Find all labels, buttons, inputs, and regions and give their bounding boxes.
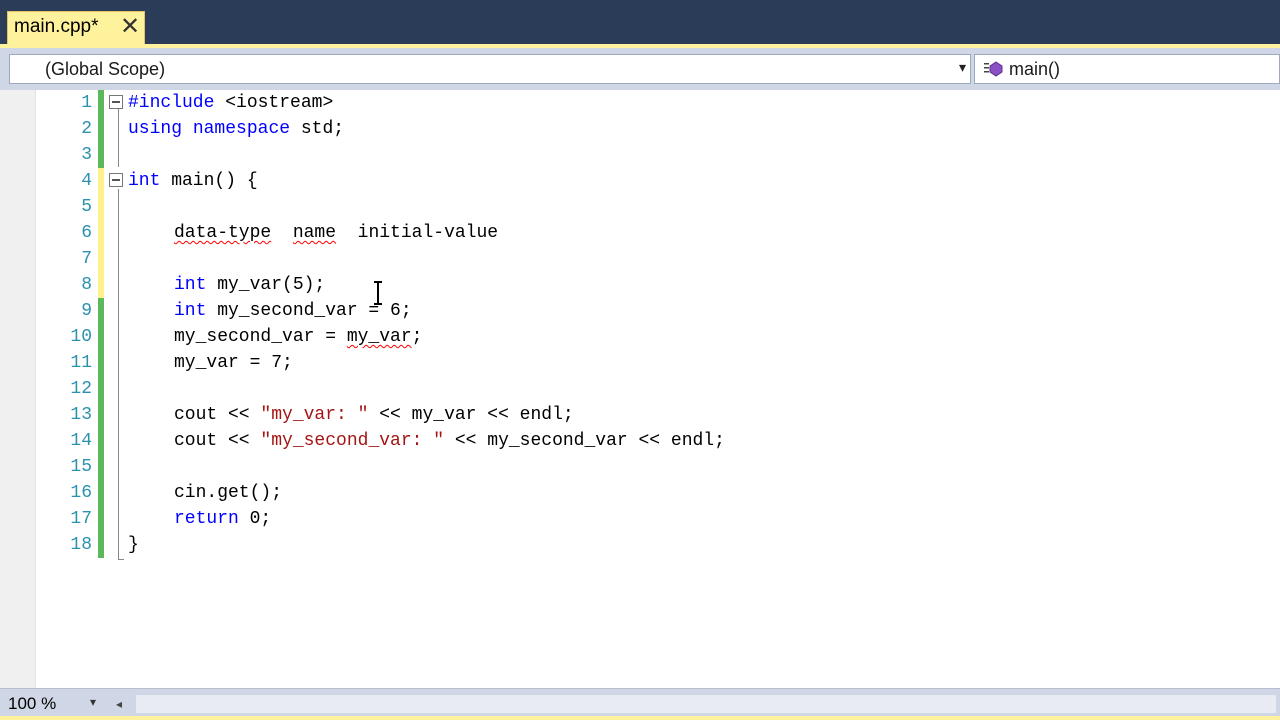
- change-marker: [98, 142, 104, 168]
- code-line: 14 cout << "my_second_var: " << my_secon…: [0, 428, 1280, 454]
- code-text: my_var = 7;: [174, 353, 293, 373]
- line-number: 13: [70, 405, 92, 425]
- change-marker: [98, 194, 104, 220]
- change-marker: [98, 246, 104, 272]
- code-line: 12: [0, 376, 1280, 402]
- close-icon[interactable]: ✕: [120, 12, 140, 42]
- code-text: cout << "my_second_var: " << my_second_v…: [174, 431, 725, 451]
- member-value: main(): [1009, 59, 1061, 79]
- code-text: cin.get();: [174, 483, 283, 503]
- horizontal-scrollbar[interactable]: [136, 695, 1276, 713]
- line-number: 6: [81, 223, 92, 243]
- change-marker: [98, 480, 104, 506]
- text-cursor-icon: [374, 281, 382, 305]
- code-line: 5: [0, 194, 1280, 220]
- line-number: 12: [70, 379, 92, 399]
- line-number: 16: [70, 483, 92, 503]
- change-marker: [98, 220, 104, 246]
- line-number: 11: [70, 353, 92, 373]
- chevron-down-icon[interactable]: ▾: [959, 59, 966, 76]
- change-marker: [98, 376, 104, 402]
- change-marker: [98, 532, 104, 558]
- code-line: 13 cout << "my_var: " << my_var << endl;: [0, 402, 1280, 428]
- chevron-down-icon[interactable]: ▾: [90, 695, 96, 709]
- change-marker: [98, 454, 104, 480]
- collapse-icon[interactable]: [109, 173, 123, 187]
- code-text: data-type name initial-value: [174, 223, 499, 243]
- code-text: my_second_var = my_var;: [174, 327, 423, 347]
- change-marker: [98, 506, 104, 532]
- code-text: return 0;: [174, 509, 272, 529]
- change-marker: [98, 272, 104, 298]
- line-number: 7: [81, 249, 92, 269]
- code-line: 17 return 0;: [0, 506, 1280, 532]
- code-line: 3: [0, 142, 1280, 168]
- change-marker: [98, 402, 104, 428]
- code-line: 4 int main() {: [0, 168, 1280, 194]
- code-line: 8 int my_var(5);: [0, 272, 1280, 298]
- scope-dropdown[interactable]: (Global Scope) ▾: [9, 54, 971, 84]
- code-text: int my_var(5);: [174, 275, 326, 295]
- line-number: 8: [81, 275, 92, 295]
- line-number: 3: [81, 145, 92, 165]
- code-text: int main() {: [128, 171, 258, 191]
- code-line: 6 data-type name initial-value: [0, 220, 1280, 246]
- navigation-bar: (Global Scope) ▾ main(): [0, 48, 1280, 90]
- change-marker: [98, 428, 104, 454]
- bottom-accent-bar: [0, 716, 1280, 720]
- line-number: 1: [81, 93, 92, 113]
- document-tab-strip: main.cpp* ✕: [0, 0, 1280, 48]
- line-number: 5: [81, 197, 92, 217]
- line-number: 10: [70, 327, 92, 347]
- code-text: using namespace std;: [128, 119, 345, 139]
- change-marker: [98, 324, 104, 350]
- code-line: 11 my_var = 7;: [0, 350, 1280, 376]
- change-marker: [98, 90, 104, 116]
- code-editor[interactable]: 1 #include <iostream> 2 using namespace …: [0, 90, 1280, 688]
- change-marker: [98, 350, 104, 376]
- collapse-icon[interactable]: [109, 95, 123, 109]
- line-number: 9: [81, 301, 92, 321]
- fold-guide-end: [118, 559, 124, 560]
- line-number: 17: [70, 509, 92, 529]
- code-text: cout << "my_var: " << my_var << endl;: [174, 405, 574, 425]
- code-line: 1 #include <iostream>: [0, 90, 1280, 116]
- line-number: 15: [70, 457, 92, 477]
- line-number: 2: [81, 119, 92, 139]
- line-number: 18: [70, 535, 92, 555]
- code-line: 10 my_second_var = my_var;: [0, 324, 1280, 350]
- change-marker: [98, 298, 104, 324]
- change-marker: [98, 168, 104, 194]
- line-number: 4: [81, 171, 92, 191]
- line-number: 14: [70, 431, 92, 451]
- scroll-left-icon[interactable]: ◂: [116, 697, 122, 711]
- method-icon: [984, 61, 1003, 77]
- code-text: }: [128, 535, 139, 555]
- code-line: 18 }: [0, 532, 1280, 558]
- scope-value: (Global Scope): [45, 59, 166, 79]
- code-text: #include <iostream>: [128, 93, 334, 113]
- code-line: 9 int my_second_var = 6;: [0, 298, 1280, 324]
- tab-main-cpp[interactable]: main.cpp* ✕: [7, 11, 145, 44]
- code-line: 7: [0, 246, 1280, 272]
- code-line: 16 cin.get();: [0, 480, 1280, 506]
- code-line: 15: [0, 454, 1280, 480]
- member-dropdown[interactable]: main(): [974, 54, 1280, 84]
- change-marker: [98, 116, 104, 142]
- code-line: 2 using namespace std;: [0, 116, 1280, 142]
- tab-title: main.cpp*: [14, 16, 99, 37]
